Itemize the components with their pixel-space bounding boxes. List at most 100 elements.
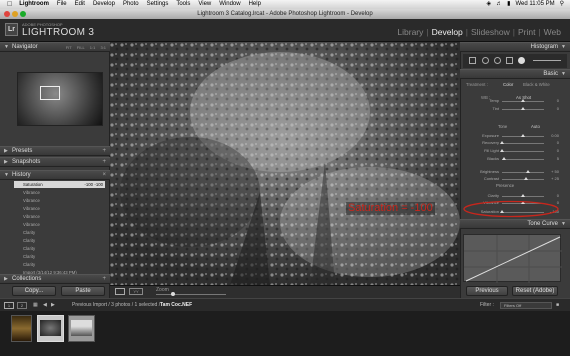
slider-value[interactable]: 0	[545, 140, 559, 146]
module-web[interactable]: Web	[541, 27, 564, 37]
navigator-zoom-options[interactable]: FIT FILL 1:1 3:1	[66, 43, 106, 52]
slider-track[interactable]	[502, 159, 544, 160]
loupe-view-icon[interactable]	[115, 288, 125, 295]
previous-button[interactable]: Previous	[466, 286, 508, 296]
page-2-button[interactable]: 2	[17, 302, 27, 309]
history-row[interactable]: Clarity	[14, 253, 105, 260]
slider-knob[interactable]	[500, 149, 504, 152]
spotlight-search-icon[interactable]: ⚲	[560, 0, 564, 9]
slider-tint[interactable]: Tint 0	[463, 106, 559, 112]
slider-track[interactable]	[502, 172, 544, 173]
clock[interactable]: Wed 11:05 PM	[515, 0, 554, 9]
snapshots-header[interactable]: ▶ Snapshots +	[0, 157, 110, 167]
slider-knob[interactable]	[521, 107, 525, 110]
menu-develop[interactable]: Develop	[89, 0, 119, 9]
before-after-icon[interactable]: YY	[129, 288, 143, 295]
apple-menu-icon[interactable]: 	[0, 0, 15, 9]
module-develop[interactable]: Develop	[429, 27, 466, 37]
add-collection-icon[interactable]: +	[102, 275, 106, 284]
paste-button[interactable]: Paste	[61, 286, 105, 296]
menu-tools[interactable]: Tools	[172, 0, 194, 9]
slider-knob[interactable]	[526, 170, 531, 173]
module-print[interactable]: Print	[515, 27, 538, 37]
slider-brightness[interactable]: Brightness + 50	[463, 169, 559, 175]
history-row[interactable]: Vibrance	[14, 205, 105, 212]
basic-header[interactable]: Basic ▼	[460, 69, 570, 79]
history-row[interactable]: Clarity	[14, 229, 105, 236]
close-window-button[interactable]	[4, 11, 10, 17]
menu-settings[interactable]: Settings	[143, 0, 173, 9]
history-header[interactable]: ▼ History ×	[0, 170, 110, 180]
history-row[interactable]: Vibrance	[14, 213, 105, 220]
minimize-window-button[interactable]	[12, 11, 18, 17]
brush-size-slider[interactable]	[533, 60, 561, 61]
red-eye-icon[interactable]	[494, 57, 501, 64]
slider-value[interactable]: 0	[545, 98, 559, 104]
zoom-3-1[interactable]: 3:1	[100, 45, 106, 50]
add-snapshot-icon[interactable]: +	[102, 158, 106, 167]
history-row[interactable]: Clarity	[14, 237, 105, 244]
battery-icon[interactable]: ▮	[507, 0, 510, 9]
slider-track[interactable]	[502, 151, 544, 152]
spot-removal-icon[interactable]	[482, 57, 489, 64]
navigator-preview[interactable]	[17, 72, 103, 126]
module-library[interactable]: Library	[394, 27, 426, 37]
zoom-fill[interactable]: FILL	[77, 45, 85, 50]
history-row[interactable]: Vibrance	[14, 197, 105, 204]
zoom-slider[interactable]	[156, 294, 226, 295]
collections-header[interactable]: ▶ Collections +	[0, 274, 110, 284]
graduated-filter-icon[interactable]	[506, 57, 513, 64]
slider-value[interactable]: + 25	[545, 176, 559, 182]
tone-auto-button[interactable]: Auto	[531, 124, 540, 129]
page-1-button[interactable]: 1	[4, 302, 14, 309]
slider-knob[interactable]	[521, 134, 525, 137]
menu-file[interactable]: File	[53, 0, 71, 9]
slider-knob[interactable]	[502, 157, 507, 160]
slider-value[interactable]: 0.00	[545, 133, 559, 139]
menu-app-lightroom[interactable]: Lightroom	[15, 0, 53, 9]
slider-blacks[interactable]: Blacks 5	[463, 156, 559, 162]
add-preset-icon[interactable]: +	[102, 147, 106, 156]
history-row[interactable]: Saturation -100 -100	[14, 181, 105, 189]
slider-fill-light[interactable]: Fill Light 0	[463, 148, 559, 154]
zoom-window-button[interactable]	[20, 11, 26, 17]
wifi-icon[interactable]: ◈	[487, 0, 492, 9]
filmstrip-thumbnail[interactable]	[11, 315, 32, 342]
menu-photo[interactable]: Photo	[119, 0, 143, 9]
slider-knob[interactable]	[523, 177, 528, 180]
reset-adobe-button[interactable]: Reset (Adobe)	[512, 286, 558, 296]
module-slideshow[interactable]: Slideshow	[468, 27, 513, 37]
tone-curve-header[interactable]: Tone Curve ▼	[460, 219, 570, 229]
zoom-slider-knob[interactable]	[171, 292, 175, 296]
slider-track[interactable]	[502, 143, 544, 144]
slider-knob[interactable]	[521, 99, 525, 102]
photo-canvas[interactable]	[110, 42, 460, 285]
crop-tool-icon[interactable]	[469, 57, 476, 64]
history-row[interactable]: Clarity	[14, 245, 105, 252]
slider-contrast[interactable]: Contrast + 25	[463, 176, 559, 182]
tone-curve-graph[interactable]	[463, 234, 562, 283]
slider-recovery[interactable]: Recovery 0	[463, 140, 559, 146]
slider-value[interactable]: + 50	[545, 169, 559, 175]
slider-knob[interactable]	[521, 194, 525, 197]
history-row[interactable]: Vibrance	[14, 189, 105, 196]
volume-icon[interactable]: ♬	[496, 0, 502, 9]
clear-history-icon[interactable]: ×	[102, 171, 106, 180]
slider-temp[interactable]: Temp 0	[463, 98, 559, 104]
menu-view[interactable]: View	[194, 0, 215, 9]
copy-button[interactable]: Copy...	[12, 286, 56, 296]
adjustment-brush-icon[interactable]	[518, 57, 525, 64]
slider-knob[interactable]	[500, 141, 504, 144]
treatment-color[interactable]: Color	[503, 82, 513, 87]
histogram-header[interactable]: Histogram ▼	[460, 42, 570, 52]
filmstrip-thumbnail[interactable]	[68, 315, 95, 342]
slider-value[interactable]: 0	[545, 106, 559, 112]
filmstrip-thumbnail-selected[interactable]	[37, 315, 64, 342]
zoom-fit[interactable]: FIT	[66, 45, 72, 50]
presets-header[interactable]: ▶ Presets +	[0, 146, 110, 156]
navigator-view-rect[interactable]	[40, 86, 60, 100]
menu-help[interactable]: Help	[245, 0, 265, 9]
treatment-black-white[interactable]: Black & White	[523, 82, 550, 87]
filter-dropdown[interactable]: Filters Off	[500, 302, 552, 309]
zoom-1-1[interactable]: 1:1	[90, 45, 96, 50]
